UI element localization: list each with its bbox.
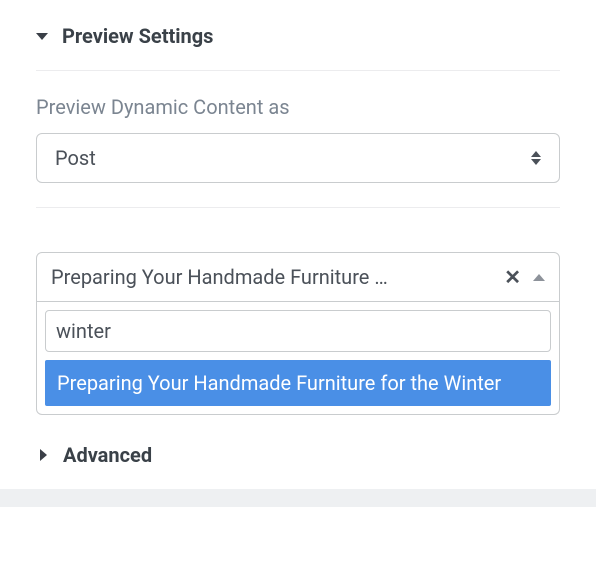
footer-band [0,489,596,507]
post-search-combobox[interactable]: Preparing Your Handmade Furniture … ✕ Pr… [36,252,560,415]
preview-content-label: Preview Dynamic Content as [36,95,560,119]
combobox-selection[interactable]: Preparing Your Handmade Furniture … ✕ [36,252,560,302]
select-value: Post [55,146,531,170]
combobox-search-wrap[interactable] [45,310,551,352]
combobox-value: Preparing Your Handmade Furniture … [51,265,492,289]
select-stepper-icon [531,151,541,165]
combobox-option[interactable]: Preparing Your Handmade Furniture for th… [45,360,551,406]
chevron-right-icon [40,449,47,461]
advanced-header[interactable]: Advanced [40,443,560,467]
chevron-down-icon [36,33,48,40]
section-title: Preview Settings [62,24,213,48]
combobox-dropdown: Preparing Your Handmade Furniture for th… [36,302,560,415]
clear-icon[interactable]: ✕ [502,267,523,287]
preview-settings-header[interactable]: Preview Settings [36,24,560,71]
chevron-up-icon [533,274,545,281]
combobox-search-input[interactable] [56,319,540,343]
advanced-title: Advanced [63,443,152,467]
preview-content-select[interactable]: Post [36,133,560,183]
divider [36,207,560,208]
